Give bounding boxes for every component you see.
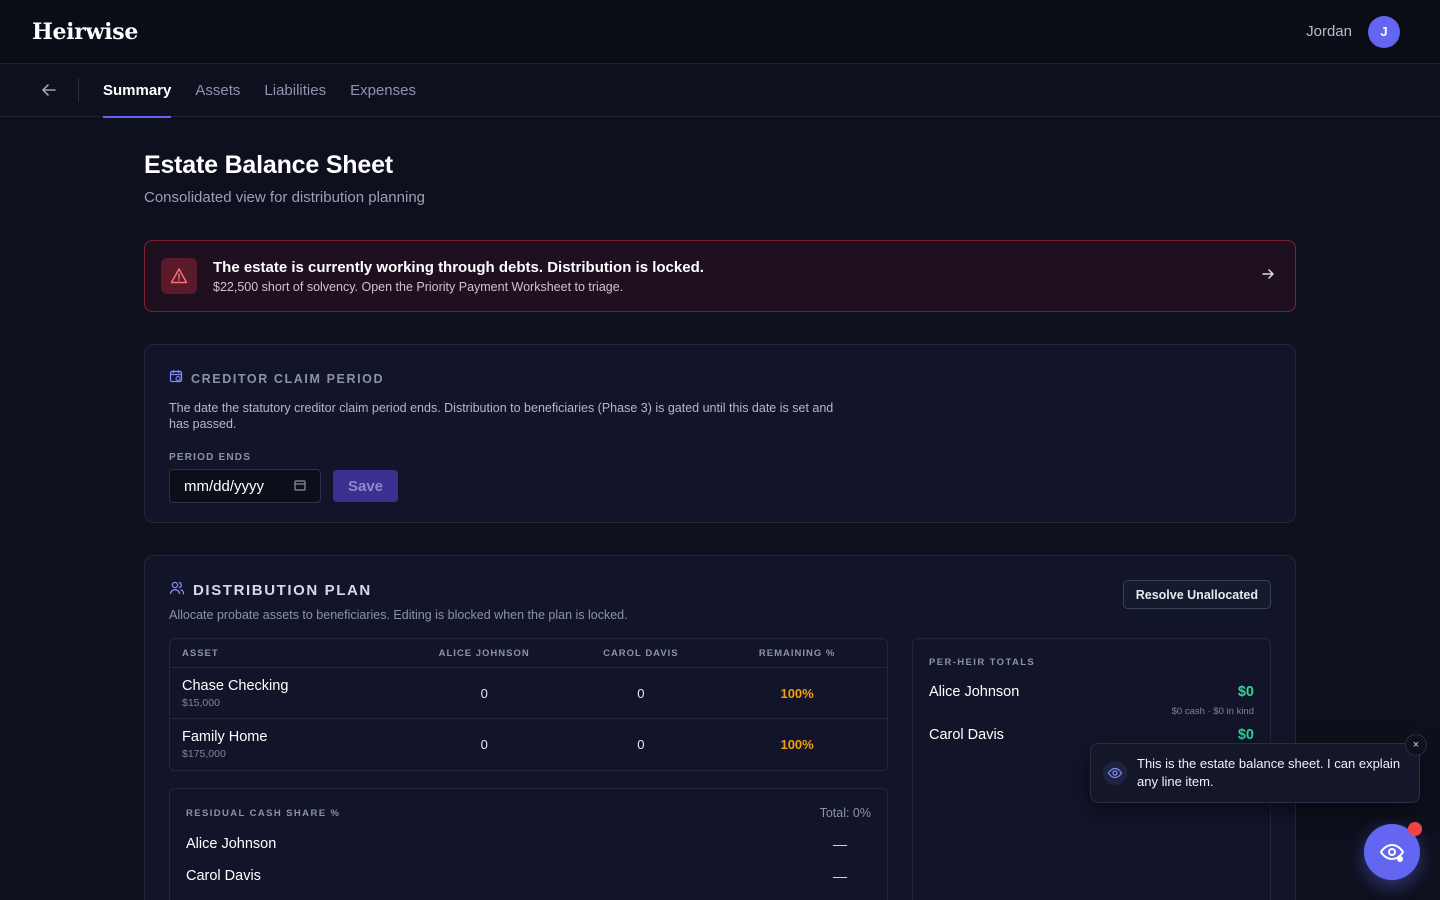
asset-name: Chase Checking — [182, 677, 289, 694]
allocation-column: ASSET ALICE JOHNSON CAROL DAVIS REMAININ… — [169, 638, 888, 900]
residual-heir-name: Alice Johnson — [186, 836, 277, 852]
tab-divider — [78, 78, 79, 102]
asset-name: Family Home — [182, 729, 268, 745]
heir-breakdown: $0 cash · $0 in kind — [1171, 706, 1254, 717]
asset-value: $15,000 — [182, 696, 220, 709]
col-asset: ASSET — [182, 647, 219, 659]
eye-icon — [1103, 761, 1127, 785]
heir-amount-block: $0 $0 cash · $0 in kind — [1172, 684, 1254, 717]
tab-expenses[interactable]: Expenses — [350, 64, 416, 117]
carol-allocation-input[interactable]: 0 — [563, 686, 720, 701]
claim-description: The date the statutory creditor claim pe… — [169, 401, 834, 431]
assistant-tooltip: This is the estate balance sheet. I can … — [1090, 743, 1420, 803]
col-alice: ALICE JOHNSON — [438, 647, 530, 659]
table-row: Family Home $175,000 0 0 100% — [170, 719, 887, 770]
tab-summary[interactable]: Summary — [103, 64, 172, 118]
heir-name: Alice Johnson — [929, 684, 1020, 700]
creditor-claim-card: CREDITOR CLAIM PERIOD The date the statu… — [144, 344, 1296, 523]
date-row: mm/dd/yyyy Save — [169, 469, 1271, 503]
alice-allocation-input[interactable]: 0 — [406, 686, 563, 701]
per-heir-label: PER-HEIR TOTALS — [929, 657, 1036, 668]
alert-text: The estate is currently working through … — [213, 259, 704, 294]
close-icon[interactable]: × — [1405, 734, 1427, 756]
alice-allocation-input[interactable]: 0 — [406, 737, 563, 752]
tab-bar: Summary Assets Liabilities Expenses — [0, 64, 1440, 118]
residual-row: Alice Johnson — — [186, 836, 871, 852]
carol-allocation-input[interactable]: 0 — [563, 737, 720, 752]
asset-allocation-table: ASSET ALICE JOHNSON CAROL DAVIS REMAININ… — [169, 638, 888, 771]
col-carol: CAROL DAVIS — [603, 647, 679, 659]
distribution-plan-card: DISTRIBUTION PLAN Allocate probate asset… — [144, 555, 1296, 900]
residual-label: RESIDUAL CASH SHARE % — [186, 807, 341, 819]
alert-title: The estate is currently working through … — [213, 258, 704, 276]
residual-share-input[interactable]: — — [833, 868, 847, 884]
heir-name: Carol Davis — [929, 727, 1004, 743]
warning-icon — [161, 258, 197, 294]
arrow-right-icon[interactable] — [1261, 267, 1275, 286]
residual-header: RESIDUAL CASH SHARE % Total: 0% — [186, 806, 871, 820]
assistant-eye-icon — [1379, 843, 1405, 862]
heir-total-row: Carol Davis $0 — [929, 727, 1254, 743]
heir-total-row: Alice Johnson $0 $0 cash · $0 in kind — [929, 684, 1254, 717]
tab-liabilities[interactable]: Liabilities — [264, 64, 326, 117]
alert-subtitle: $22,500 short of solvency. Open the Prio… — [213, 279, 624, 294]
user-name[interactable]: Jordan — [1306, 23, 1352, 40]
heir-amount: $0 — [1237, 684, 1254, 700]
residual-share-input[interactable]: — — [833, 836, 847, 852]
date-placeholder: mm/dd/yyyy — [184, 477, 265, 495]
table-row: Chase Checking $15,000 0 0 100% — [170, 668, 887, 719]
avatar[interactable]: J — [1368, 15, 1400, 48]
claim-title: CREDITOR CLAIM PERIOD — [191, 371, 385, 386]
period-ends-label: PERIOD ENDS — [169, 452, 252, 463]
remaining-percent: 100% — [780, 685, 814, 701]
heir-amount: $0 — [1237, 727, 1254, 743]
tab-assets[interactable]: Assets — [195, 64, 240, 117]
residual-row: Carol Davis — — [186, 868, 871, 884]
asset-cell: Family Home $175,000 — [182, 729, 406, 760]
assistant-message: This is the estate balance sheet. I can … — [1137, 756, 1401, 789]
asset-cell: Chase Checking $15,000 — [182, 678, 406, 709]
brand-logo[interactable]: Heirwise — [32, 19, 138, 45]
save-button[interactable]: Save — [333, 470, 398, 502]
user-menu[interactable]: Jordan J — [1306, 15, 1400, 48]
resolve-unallocated-button[interactable]: Resolve Unallocated — [1122, 580, 1271, 609]
period-end-date-input[interactable]: mm/dd/yyyy — [169, 469, 321, 503]
remaining-percent: 100% — [780, 737, 814, 752]
calendar-clock-icon — [169, 369, 183, 388]
users-icon — [169, 580, 185, 601]
table-header: ASSET ALICE JOHNSON CAROL DAVIS REMAININ… — [170, 639, 887, 668]
top-bar: Heirwise Jordan J — [0, 0, 1440, 64]
residual-total: Total: 0% — [819, 806, 871, 820]
col-remaining: REMAINING % — [758, 647, 836, 659]
asset-value: $175,000 — [182, 748, 226, 760]
residual-cash-share-panel: RESIDUAL CASH SHARE % Total: 0% Alice Jo… — [169, 788, 888, 900]
distribution-header: DISTRIBUTION PLAN — [169, 580, 1271, 601]
page-subtitle: Consolidated view for distribution plann… — [144, 189, 426, 206]
distribution-title: DISTRIBUTION PLAN — [193, 582, 372, 599]
page-title: Estate Balance Sheet — [144, 151, 393, 179]
calendar-icon[interactable] — [294, 478, 306, 495]
notification-badge — [1408, 822, 1422, 836]
back-arrow-icon[interactable] — [40, 81, 58, 99]
debt-alert-banner[interactable]: The estate is currently working through … — [144, 240, 1296, 312]
residual-heir-name: Carol Davis — [186, 868, 261, 884]
distribution-subtitle: Allocate probate assets to beneficiaries… — [169, 608, 628, 622]
claim-header: CREDITOR CLAIM PERIOD — [169, 369, 1271, 388]
